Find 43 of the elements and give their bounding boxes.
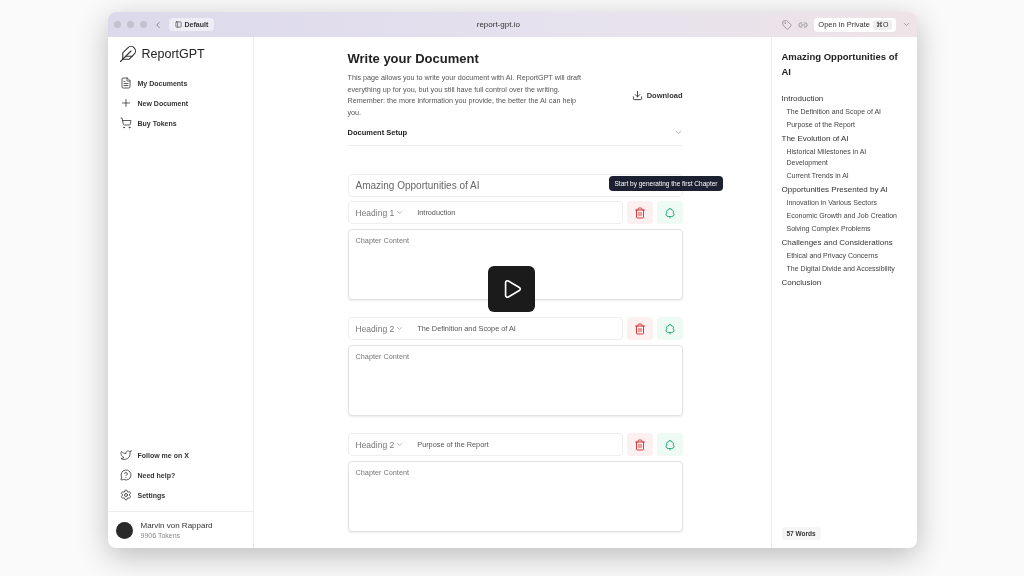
chevron-icon[interactable] [901, 20, 911, 29]
trash-icon [633, 206, 646, 219]
app-logo: ReportGPT [141, 47, 205, 61]
chevron-icon [396, 325, 404, 332]
delete-button[interactable] [626, 317, 653, 340]
generate-button[interactable] [656, 433, 683, 456]
sidebar-icon [174, 21, 182, 28]
bird-icon [119, 449, 132, 461]
outline-item[interactable]: Conclusion [781, 275, 901, 289]
page-title: Write your Document [347, 51, 480, 66]
outline-item[interactable]: Opportunities Presented by AI [781, 182, 901, 196]
outline-title: Amazing Opportunities of AI [781, 50, 899, 79]
tree-icon [663, 206, 676, 219]
chevron-icon [396, 441, 404, 448]
heading-level-select[interactable]: Heading 2 [355, 439, 404, 450]
trash-icon [633, 438, 646, 451]
cart-icon [119, 117, 132, 129]
help-icon [119, 469, 132, 481]
delete-button[interactable] [626, 433, 653, 456]
link-icon[interactable] [798, 19, 809, 30]
generate-button[interactable] [656, 201, 683, 224]
settings-icon [119, 489, 132, 501]
play-button[interactable] [488, 266, 535, 312]
user-name: Marvin von Rappard [140, 521, 213, 530]
delete-button[interactable] [626, 201, 653, 224]
outline-item[interactable]: Introduction [781, 91, 901, 105]
heading-level-select[interactable]: Heading 1 [355, 207, 404, 218]
tree-icon [663, 438, 676, 451]
address-text[interactable]: report-gpt.io [220, 20, 777, 29]
trash-icon [633, 322, 646, 335]
generate-button[interactable] [656, 317, 683, 340]
document-icon [119, 77, 132, 89]
outline-item[interactable]: Challenges and Considerations [781, 235, 901, 249]
chevron-icon [673, 128, 683, 137]
plus-icon [119, 97, 132, 109]
feather-icon [118, 45, 137, 63]
heading-level-select[interactable]: Heading 2 [355, 323, 404, 334]
download-icon [631, 89, 643, 101]
tag-icon[interactable] [782, 19, 793, 30]
avatar [115, 521, 133, 539]
chevron-icon [396, 209, 404, 216]
outline-item[interactable]: The Evolution of AI [781, 131, 901, 145]
tree-icon [663, 322, 676, 335]
